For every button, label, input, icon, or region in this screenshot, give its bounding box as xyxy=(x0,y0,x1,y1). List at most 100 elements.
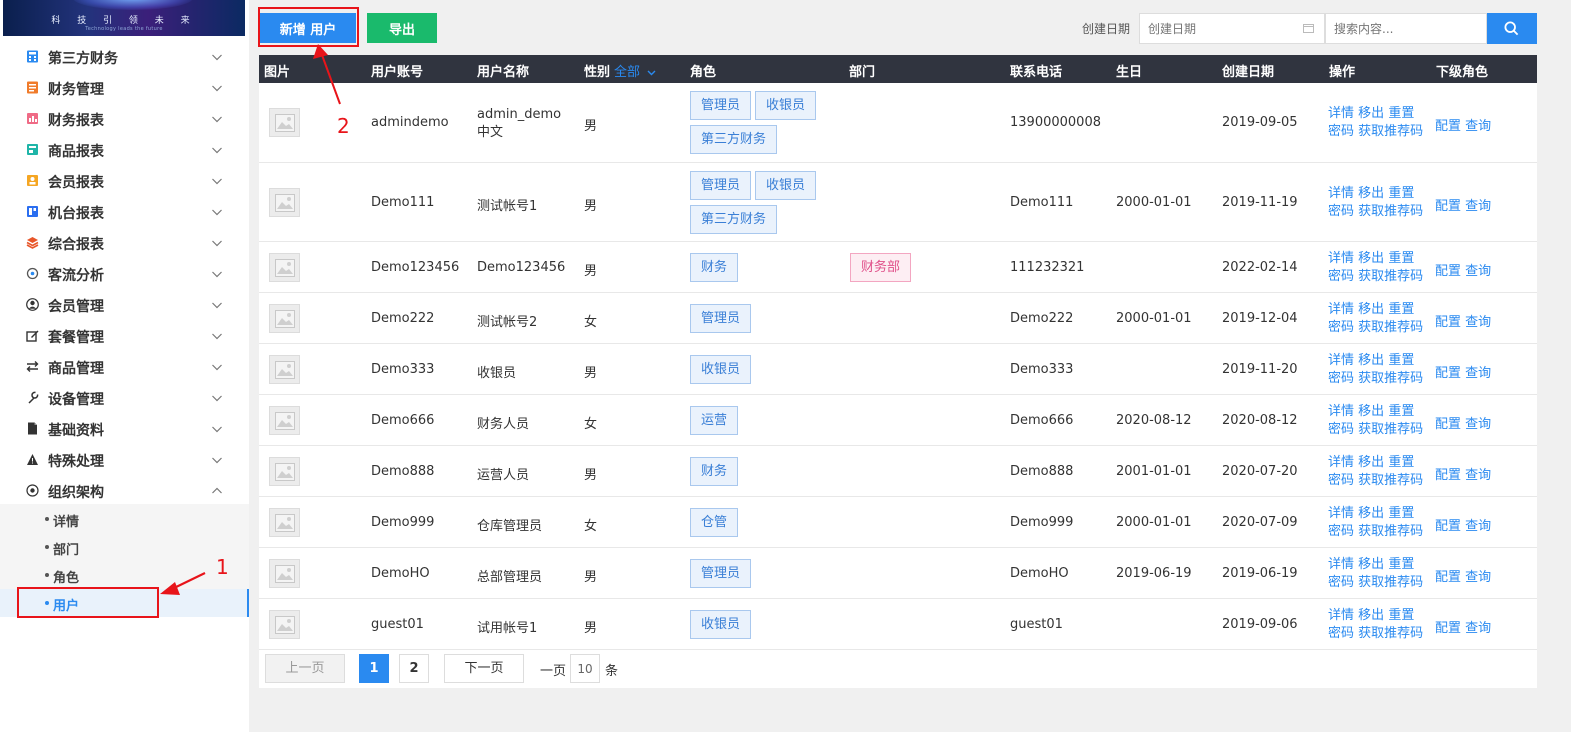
detail-link[interactable]: 详情 xyxy=(1328,404,1354,419)
sidebar-item-0[interactable]: 第三方财务 xyxy=(0,41,249,72)
role-tag[interactable]: 运营 xyxy=(690,405,739,435)
get-referral-code-link[interactable]: 获取推荐码 xyxy=(1358,371,1423,386)
sidebar-item-1[interactable]: 财务管理 xyxy=(0,72,249,103)
detail-link[interactable]: 详情 xyxy=(1328,251,1354,266)
role-tag[interactable]: 收银员 xyxy=(755,171,817,200)
role-tag[interactable]: 财务 xyxy=(690,252,739,282)
sidebar-item-9[interactable]: 套餐管理 xyxy=(0,320,249,351)
query-link[interactable]: 查询 xyxy=(1465,366,1491,381)
remove-link[interactable]: 移出 xyxy=(1358,557,1384,572)
password-label: 密码 xyxy=(1328,203,1355,219)
detail-link[interactable]: 详情 xyxy=(1328,608,1354,623)
query-link[interactable]: 查询 xyxy=(1465,621,1491,636)
remove-link[interactable]: 移出 xyxy=(1358,506,1384,521)
detail-link[interactable]: 详情 xyxy=(1328,106,1354,121)
config-link[interactable]: 配置 xyxy=(1435,417,1461,432)
sidebar-item-14[interactable]: 组织架构 xyxy=(0,475,249,506)
config-link[interactable]: 配置 xyxy=(1435,199,1461,214)
sidebar-item-5[interactable]: 机台报表 xyxy=(0,196,249,227)
get-referral-code-link[interactable]: 获取推荐码 xyxy=(1358,320,1423,335)
sidebar-item-4[interactable]: 会员报表 xyxy=(0,165,249,196)
query-link[interactable]: 查询 xyxy=(1465,519,1491,534)
search-input[interactable] xyxy=(1325,13,1487,44)
page-2-button[interactable]: 2 xyxy=(399,654,429,683)
detail-link[interactable]: 详情 xyxy=(1328,186,1354,201)
config-link[interactable]: 配置 xyxy=(1435,366,1461,381)
sidebar-item-2[interactable]: 财务报表 xyxy=(0,103,249,134)
next-page-button[interactable]: 下一页 xyxy=(444,654,524,683)
sidebar-item-8[interactable]: 会员管理 xyxy=(0,289,249,320)
role-tag[interactable]: 第三方财务 xyxy=(690,205,778,234)
query-link[interactable]: 查询 xyxy=(1465,199,1491,214)
detail-link[interactable]: 详情 xyxy=(1328,455,1354,470)
role-tag[interactable]: 第三方财务 xyxy=(690,125,778,154)
remove-link[interactable]: 移出 xyxy=(1358,404,1384,419)
role-tag[interactable]: 管理员 xyxy=(690,171,752,200)
remove-link[interactable]: 移出 xyxy=(1358,251,1384,266)
row-actions: 详情 移出 重置 密码 获取推荐码 xyxy=(1328,185,1423,221)
brand-banner: 科 技 引 领 未 来 Technology leads the future xyxy=(3,0,245,36)
sidebar-item-3[interactable]: 商品报表 xyxy=(0,134,249,165)
search-button[interactable] xyxy=(1487,13,1537,44)
get-referral-code-link[interactable]: 获取推荐码 xyxy=(1358,422,1423,437)
sidebar-item-7[interactable]: 客流分析 xyxy=(0,258,249,289)
page-1-button[interactable]: 1 xyxy=(359,654,389,683)
config-link[interactable]: 配置 xyxy=(1435,119,1461,134)
remove-link[interactable]: 移出 xyxy=(1358,302,1384,317)
gender-filter-dropdown[interactable]: 全部 xyxy=(614,61,656,80)
remove-link[interactable]: 移出 xyxy=(1358,106,1384,121)
role-tag[interactable]: 管理员 xyxy=(690,558,752,588)
config-link[interactable]: 配置 xyxy=(1435,468,1461,483)
remove-link[interactable]: 移出 xyxy=(1358,186,1384,201)
prev-page-button[interactable]: 上一页 xyxy=(265,654,345,683)
query-link[interactable]: 查询 xyxy=(1465,119,1491,134)
get-referral-code-link[interactable]: 获取推荐码 xyxy=(1358,626,1423,641)
role-tag[interactable]: 财务 xyxy=(690,456,739,486)
sidebar: 科 技 引 领 未 来 Technology leads the future … xyxy=(0,0,249,732)
detail-link[interactable]: 详情 xyxy=(1328,353,1354,368)
role-tag[interactable]: 管理员 xyxy=(690,91,752,120)
get-referral-code-link[interactable]: 获取推荐码 xyxy=(1358,204,1423,219)
remove-link[interactable]: 移出 xyxy=(1358,608,1384,623)
submenu-item-1[interactable]: 部门 xyxy=(0,533,249,561)
detail-link[interactable]: 详情 xyxy=(1328,506,1354,521)
detail-link[interactable]: 详情 xyxy=(1328,557,1354,572)
query-link[interactable]: 查询 xyxy=(1465,417,1491,432)
query-link[interactable]: 查询 xyxy=(1465,264,1491,279)
query-link[interactable]: 查询 xyxy=(1465,570,1491,585)
get-referral-code-link[interactable]: 获取推荐码 xyxy=(1358,524,1423,539)
submenu-item-0[interactable]: 详情 xyxy=(0,505,249,533)
config-link[interactable]: 配置 xyxy=(1435,264,1461,279)
get-referral-code-link[interactable]: 获取推荐码 xyxy=(1358,575,1423,590)
query-link[interactable]: 查询 xyxy=(1465,315,1491,330)
config-link[interactable]: 配置 xyxy=(1435,519,1461,534)
remove-link[interactable]: 移出 xyxy=(1358,353,1384,368)
query-link[interactable]: 查询 xyxy=(1465,468,1491,483)
role-tag[interactable]: 仓管 xyxy=(690,507,739,537)
config-link[interactable]: 配置 xyxy=(1435,570,1461,585)
get-referral-code-link[interactable]: 获取推荐码 xyxy=(1358,473,1423,488)
config-link[interactable]: 配置 xyxy=(1435,315,1461,330)
dept-tag[interactable]: 财务部 xyxy=(850,252,912,282)
sidebar-item-12[interactable]: 基础资料 xyxy=(0,413,249,444)
config-link[interactable]: 配置 xyxy=(1435,621,1461,636)
detail-link[interactable]: 详情 xyxy=(1328,302,1354,317)
role-tag[interactable]: 收银员 xyxy=(690,609,752,639)
submenu-item-2[interactable]: 角色 xyxy=(0,561,249,589)
sidebar-item-6[interactable]: 综合报表 xyxy=(0,227,249,258)
sidebar-item-13[interactable]: 特殊处理 xyxy=(0,444,249,475)
sidebar-item-10[interactable]: 商品管理 xyxy=(0,351,249,382)
remove-link[interactable]: 移出 xyxy=(1358,455,1384,470)
user-photo xyxy=(269,252,300,282)
role-tag[interactable]: 管理员 xyxy=(690,303,752,333)
get-referral-code-link[interactable]: 获取推荐码 xyxy=(1358,124,1423,139)
account-cell: Demo222 xyxy=(371,310,435,326)
sidebar-item-label: 商品报表 xyxy=(48,144,104,160)
date-filter-input[interactable] xyxy=(1139,13,1325,44)
role-tag[interactable]: 收银员 xyxy=(690,354,752,384)
get-referral-code-link[interactable]: 获取推荐码 xyxy=(1358,269,1423,284)
sidebar-item-11[interactable]: 设备管理 xyxy=(0,382,249,413)
page-size-input[interactable] xyxy=(570,654,600,683)
role-tag[interactable]: 收银员 xyxy=(755,91,817,120)
export-button[interactable]: 导出 xyxy=(367,13,437,43)
